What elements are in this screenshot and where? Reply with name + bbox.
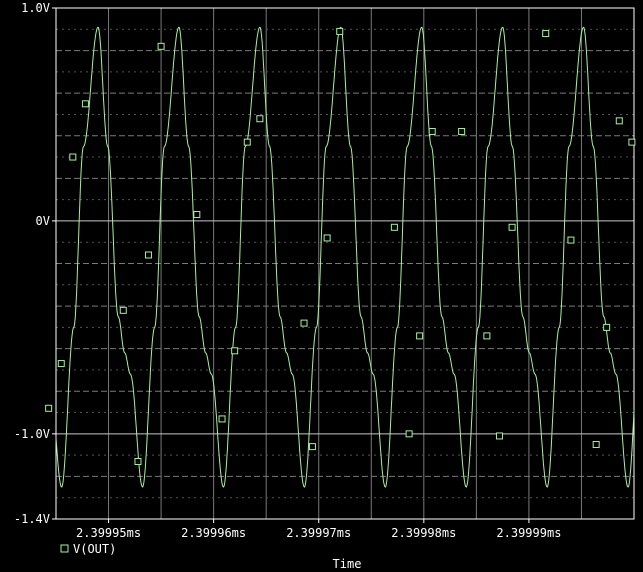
legend-label: V(OUT) [73, 542, 116, 556]
series-marker [45, 404, 53, 412]
x-tick-label: 2.39998ms [391, 526, 456, 540]
series-marker [567, 236, 575, 244]
series-marker [428, 127, 436, 135]
x-tick-label: 2.39997ms [286, 526, 351, 540]
series-marker [157, 42, 165, 50]
series-marker [628, 138, 636, 146]
y-tick-label: -1.0V [14, 427, 50, 441]
x-tick-label: 2.39995ms [76, 526, 141, 540]
series-marker [323, 234, 331, 242]
series-marker [134, 458, 142, 466]
series-marker [144, 251, 152, 259]
series-marker [458, 127, 466, 135]
x-tick-label: 2.39996ms [181, 526, 246, 540]
series-marker [336, 27, 344, 35]
series-marker [218, 415, 226, 423]
series-marker [243, 138, 251, 146]
series-marker [416, 332, 424, 340]
y-tick-label: 0V [36, 214, 50, 228]
series-marker [615, 117, 623, 125]
x-axis-label: Time [333, 557, 362, 571]
series-marker [592, 440, 600, 448]
series-marker [119, 306, 127, 314]
y-tick-label: 1.0V [21, 1, 50, 15]
y-tick-label: -1.4V [14, 512, 50, 526]
series-marker [390, 223, 398, 231]
series-marker [495, 432, 503, 440]
series-marker [300, 319, 308, 327]
series-marker [193, 211, 201, 219]
series-marker [508, 223, 516, 231]
series-marker [483, 332, 491, 340]
series-marker [405, 430, 413, 438]
plot-svg: 1.0V 0V -1.0V -1.4V 2.39995ms 2.39996ms 2.3999… [0, 0, 643, 572]
x-tick-label: 2.39999ms [496, 526, 561, 540]
series-marker [256, 115, 264, 123]
series-marker [231, 347, 239, 355]
series-marker [542, 30, 550, 38]
series-marker [308, 443, 316, 451]
series-marker [603, 323, 611, 331]
series-marker [69, 153, 77, 161]
series-marker [81, 100, 89, 108]
series-marker [57, 360, 65, 368]
